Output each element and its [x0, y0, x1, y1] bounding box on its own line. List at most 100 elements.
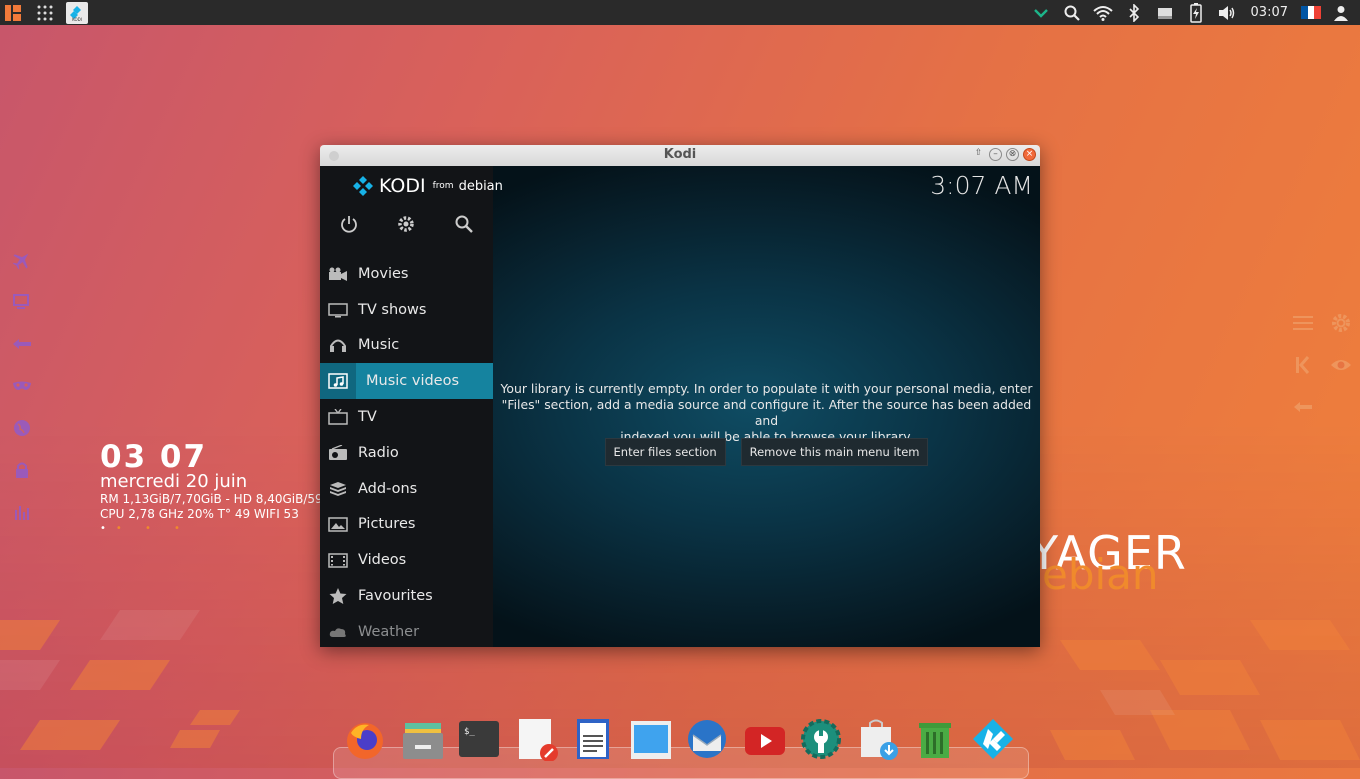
globe-icon[interactable] — [12, 418, 32, 438]
weather-icon — [328, 624, 348, 640]
menu-item-music-videos[interactable]: Music videos — [320, 363, 493, 400]
picture-icon — [328, 516, 348, 533]
tv-icon — [328, 408, 348, 425]
svg-text:$_: $_ — [464, 727, 475, 737]
menu-item-label: Favourites — [358, 588, 433, 605]
arrow-left-icon[interactable] — [12, 334, 32, 354]
youtube-icon[interactable] — [743, 717, 787, 761]
star-icon — [328, 588, 348, 605]
top-panel: KODI 03:07 — [0, 0, 1360, 25]
headphones-icon — [328, 337, 348, 353]
conky-time: 03 07 — [100, 439, 208, 475]
apps-grid-icon[interactable] — [34, 2, 56, 24]
kodi-search-icon[interactable] — [454, 214, 474, 234]
kodi-home: KODI from debian Movies TV shows Music Musi… — [320, 166, 1040, 647]
conky-dots: •• • • — [100, 523, 190, 534]
radio-icon — [328, 444, 348, 461]
skip-back-icon[interactable] — [1292, 354, 1314, 376]
eye-icon[interactable] — [1330, 354, 1352, 376]
window-close-button[interactable]: × — [1023, 148, 1036, 161]
window-maximize-button[interactable]: ⊗ — [1006, 148, 1019, 161]
kodi-logo-from: from — [432, 181, 454, 191]
conky-memory: RM 1,13GiB/7,70GiB - HD 8,40GiB/59 — [100, 492, 323, 506]
kodi-sidebar: KODI from debian Movies TV shows Music Musi… — [320, 166, 503, 647]
lock-icon[interactable] — [12, 460, 32, 480]
airplane-icon[interactable] — [12, 250, 32, 270]
bar-chart-icon[interactable] — [12, 502, 32, 522]
empty-library-message: Your library is currently empty. In orde… — [493, 381, 1040, 445]
software-install-icon[interactable] — [857, 717, 901, 761]
movie-camera-icon — [328, 266, 348, 282]
drive-icon[interactable] — [1154, 2, 1176, 24]
kodi-logo-debian: debian — [458, 178, 503, 194]
text-editor-icon[interactable] — [515, 717, 559, 761]
tv-screen-icon — [328, 302, 348, 318]
menu-item-tv-shows[interactable]: TV shows — [320, 292, 493, 328]
settings-gear-icon[interactable] — [396, 214, 416, 234]
thunderbird-icon[interactable] — [685, 717, 729, 761]
menu-item-tv[interactable]: TV — [320, 399, 493, 435]
addons-box-icon — [328, 481, 348, 497]
menu-item-label: Videos — [358, 552, 407, 569]
menu-item-movies[interactable]: Movies — [320, 256, 493, 292]
menu-item-favourites[interactable]: Favourites — [320, 578, 493, 614]
menu-item-label: Movies — [358, 265, 409, 282]
menu-icon[interactable] — [2, 2, 24, 24]
writer-document-icon[interactable] — [573, 717, 617, 761]
hamburger-menu-icon[interactable] — [1292, 312, 1314, 334]
menu-item-pictures[interactable]: Pictures — [320, 507, 493, 543]
empty-message-line1: Your library is currently empty. In orde… — [500, 381, 1033, 396]
kodi-main-menu: Movies TV shows Music Music videos TV Radio Ad… — [320, 256, 493, 647]
conky-widget: 03 07 mercredi 20 juin RM 1,13GiB/7,70Gi… — [100, 442, 323, 534]
bluetooth-icon[interactable] — [1123, 2, 1145, 24]
panel-clock[interactable]: 03:07 — [1251, 5, 1288, 20]
user-icon[interactable] — [1330, 2, 1352, 24]
kodi-icon[interactable] — [971, 717, 1015, 761]
terminal-icon[interactable]: $_ — [457, 717, 501, 761]
desktop-brand-text: YAGER ebian — [1030, 528, 1187, 596]
volume-icon[interactable] — [1216, 2, 1238, 24]
menu-item-add-ons[interactable]: Add-ons — [320, 471, 493, 507]
film-icon — [328, 552, 348, 569]
chevron-down-icon[interactable] — [1030, 2, 1052, 24]
kodi-task-icon[interactable]: KODI — [66, 1, 88, 24]
window-shade-button[interactable]: ⇧ — [972, 148, 985, 161]
kodi-logo: KODI from debian — [352, 175, 503, 197]
remove-menu-item-button[interactable]: Remove this main menu item — [740, 438, 929, 466]
firefox-icon[interactable] — [343, 717, 387, 761]
menu-item-weather[interactable]: Weather — [320, 614, 493, 647]
music-video-icon — [320, 363, 356, 400]
gear-icon[interactable] — [1330, 312, 1352, 334]
menu-item-label: Add-ons — [358, 480, 418, 497]
flag-fr-icon[interactable] — [1301, 6, 1322, 19]
battery-icon[interactable] — [1185, 2, 1207, 24]
menu-item-music[interactable]: Music — [320, 328, 493, 364]
conky-cpu: CPU 2,78 GHz 20% T° 49 WIFI 53 — [100, 507, 299, 521]
window-icon[interactable] — [629, 717, 673, 761]
bottom-dock: $_ — [333, 715, 1029, 779]
settings-wrench-icon[interactable] — [799, 717, 843, 761]
conky-date: mercredi 20 juin — [100, 471, 248, 492]
search-icon[interactable] — [1061, 2, 1083, 24]
monitor-icon[interactable] — [12, 292, 32, 312]
menu-item-label: TV — [358, 409, 377, 426]
window-titlebar[interactable]: Kodi ⇧ – ⊗ × — [320, 145, 1040, 166]
back-arrow-icon[interactable] — [1292, 396, 1314, 418]
menu-item-videos[interactable]: Videos — [320, 542, 493, 578]
kodi-clock: 3:07 AM — [930, 171, 1033, 200]
left-launcher — [12, 250, 32, 522]
window-title: Kodi — [663, 147, 697, 162]
empty-message-line2: "Files" section, add a media source and … — [501, 397, 1032, 428]
file-manager-icon[interactable] — [401, 717, 445, 761]
kodi-logo-icon — [353, 176, 373, 196]
wifi-icon[interactable] — [1092, 2, 1114, 24]
window-minimize-button[interactable]: – — [989, 148, 1002, 161]
mask-icon[interactable] — [12, 376, 32, 396]
power-icon[interactable] — [339, 214, 359, 234]
enter-files-section-button[interactable]: Enter files section — [604, 438, 726, 466]
menu-item-label: Music — [358, 337, 400, 354]
menu-item-radio[interactable]: Radio — [320, 435, 493, 471]
menu-item-label: Pictures — [358, 516, 416, 533]
menu-item-label: TV shows — [358, 301, 427, 318]
trash-icon[interactable] — [913, 717, 957, 761]
